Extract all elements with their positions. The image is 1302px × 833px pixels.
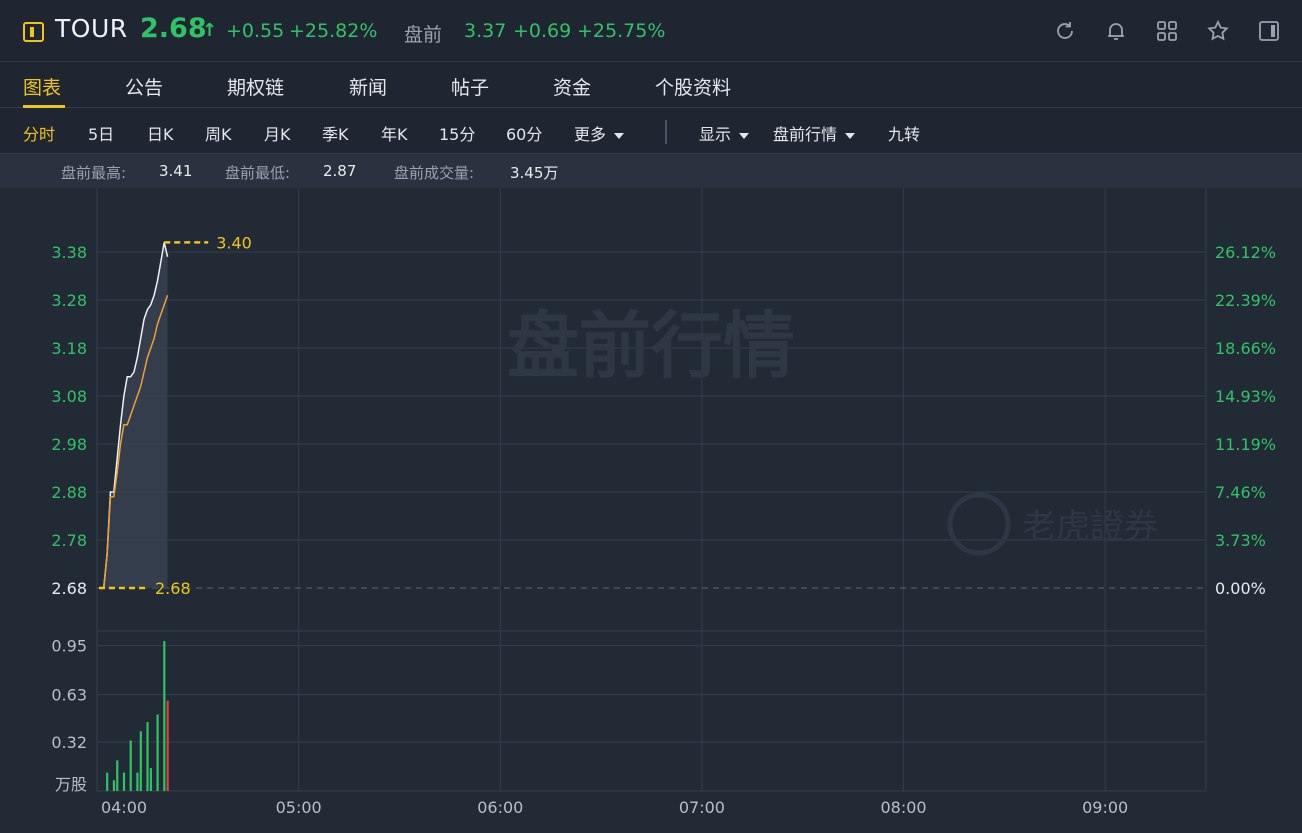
tab-company-profile[interactable]: 个股资料 — [655, 73, 731, 100]
y-tick-label: 3.08 — [51, 387, 87, 406]
price-change-percent: +25.82% — [289, 20, 378, 42]
high-marker-label: 3.40 — [216, 233, 252, 252]
premarket-label: 盘前 — [404, 24, 443, 46]
tab-chart[interactable]: 图表 — [23, 73, 61, 100]
premarket-low-value: 2.87 — [323, 162, 357, 180]
volume-tick-label: 0.32 — [51, 733, 87, 752]
y-tick-label-right: 18.66% — [1215, 339, 1276, 358]
volume-bar — [149, 768, 152, 791]
y-tick-label: 2.68 — [51, 579, 87, 598]
chevron-down-icon — [614, 132, 625, 139]
ticker-symbol: TOUR — [55, 14, 128, 43]
grid-icon[interactable] — [1155, 19, 1179, 43]
price-area-fill — [103, 242, 168, 588]
y-tick-label-right: 11.19% — [1215, 435, 1276, 454]
premarket-low-label: 盘前最低: — [225, 164, 291, 182]
period-60min[interactable]: 60分 — [506, 121, 542, 145]
session-watermark: 盘前行情 — [507, 304, 795, 388]
volume-bar — [106, 772, 109, 791]
volume-tick-label: 0.63 — [51, 686, 87, 705]
y-tick-label: 2.88 — [51, 483, 87, 502]
bell-icon[interactable] — [1104, 19, 1128, 43]
last-price: 2.68 — [140, 13, 207, 44]
y-tick-label: 2.98 — [51, 435, 87, 454]
period-quarterly-k[interactable]: 季K — [322, 121, 349, 145]
divider — [665, 120, 667, 144]
x-tick-label: 05:00 — [276, 798, 322, 817]
intraday-chart[interactable]: 04:00 05:00 06:00 07:00 08:00 09:00 3.38 26.12%… — [0, 188, 1302, 833]
y-tick-label: 2.78 — [51, 531, 87, 550]
premarket-change: +0.69 — [513, 20, 572, 42]
premarket-volume-label: 盘前成交量: — [394, 164, 475, 182]
nine-turn-button[interactable]: 九转 — [888, 121, 920, 145]
volume-bar — [136, 772, 139, 791]
brand-watermark: 老虎證券 — [1022, 507, 1158, 547]
x-tick-label: 07:00 — [679, 798, 725, 817]
period-daily-k[interactable]: 日K — [147, 121, 174, 145]
period-monthly-k[interactable]: 月K — [264, 121, 291, 145]
display-dropdown[interactable]: 显示 — [699, 121, 750, 145]
chevron-down-icon — [845, 132, 856, 139]
volume-bar — [139, 731, 142, 791]
tab-posts[interactable]: 帖子 — [451, 73, 489, 100]
x-tick-label: 04:00 — [101, 798, 147, 817]
session-label: 盘前行情 — [773, 125, 838, 144]
period-5day[interactable]: 5日 — [88, 121, 114, 145]
market-status-icon — [23, 22, 44, 42]
volume-bar — [116, 760, 119, 791]
volume-bar — [166, 700, 169, 791]
volume-bar — [122, 772, 126, 791]
volume-bar — [156, 714, 159, 791]
volume-bar — [163, 641, 166, 791]
refresh-icon[interactable] — [1053, 19, 1077, 43]
premarket-high-label: 盘前最高: — [61, 164, 127, 182]
display-label: 显示 — [699, 125, 732, 144]
y-tick-label: 3.18 — [51, 339, 87, 358]
y-tick-label-right: 14.93% — [1215, 387, 1276, 406]
premarket-volume-value: 3.45万 — [510, 164, 559, 182]
quote-header: TOUR 2.68 ↑ +0.55 +25.82% 盘前 3.37 +0.69 … — [0, 0, 1302, 62]
volume-tick-label: 0.95 — [51, 637, 87, 656]
y-tick-label: 3.38 — [51, 243, 87, 262]
y-tick-label-right: 0.00% — [1215, 579, 1266, 598]
side-panel-icon[interactable] — [1257, 19, 1281, 43]
premarket-change-percent: +25.75% — [577, 20, 666, 42]
volume-bar — [112, 780, 116, 791]
tab-capital-flow[interactable]: 资金 — [553, 73, 591, 100]
y-tick-label-right: 26.12% — [1215, 243, 1276, 262]
arrow-up-icon: ↑ — [202, 20, 218, 41]
y-tick-label-right: 22.39% — [1215, 291, 1276, 310]
period-15min[interactable]: 15分 — [439, 121, 475, 145]
period-weekly-k[interactable]: 周K — [205, 121, 232, 145]
volume-bar — [146, 722, 149, 791]
volume-bar — [129, 740, 132, 791]
y-tick-label: 3.28 — [51, 291, 87, 310]
y-tick-label-right: 3.73% — [1215, 531, 1266, 550]
tab-options-chain[interactable]: 期权链 — [227, 73, 284, 100]
premarket-high-value: 3.41 — [159, 162, 193, 180]
x-tick-label: 08:00 — [880, 798, 926, 817]
x-tick-label: 09:00 — [1082, 798, 1128, 817]
period-intraday[interactable]: 分时 — [23, 121, 55, 145]
tab-news[interactable]: 新闻 — [349, 73, 387, 100]
tab-announcements[interactable]: 公告 — [125, 73, 163, 100]
price-change: +0.55 — [226, 20, 285, 42]
more-periods-dropdown[interactable]: 更多 — [574, 121, 625, 145]
star-icon[interactable] — [1206, 19, 1230, 43]
volume-unit-label: 万股 — [55, 775, 87, 794]
period-toolbar: 分时 5日 日K 周K 月K 季K 年K 15分 60分 更多 显示 盘前行情 … — [0, 108, 1302, 154]
chevron-down-icon — [739, 132, 750, 139]
base-marker-label: 2.68 — [155, 579, 191, 598]
x-tick-label: 06:00 — [477, 798, 523, 817]
brand-logo-icon — [947, 492, 1011, 556]
premarket-price: 3.37 — [464, 20, 507, 42]
premarket-stats-bar: 盘前最高: 3.41 盘前最低: 2.87 盘前成交量: 3.45万 — [0, 154, 1302, 188]
chart-canvas[interactable]: 04:00 05:00 06:00 07:00 08:00 09:00 3.38 26.12%… — [0, 188, 1302, 833]
detail-tabs: 图表 公告 期权链 新闻 帖子 资金 个股资料 — [0, 62, 1302, 108]
more-label: 更多 — [574, 125, 607, 144]
session-dropdown[interactable]: 盘前行情 — [773, 121, 856, 145]
period-yearly-k[interactable]: 年K — [381, 121, 408, 145]
y-tick-label-right: 7.46% — [1215, 483, 1266, 502]
